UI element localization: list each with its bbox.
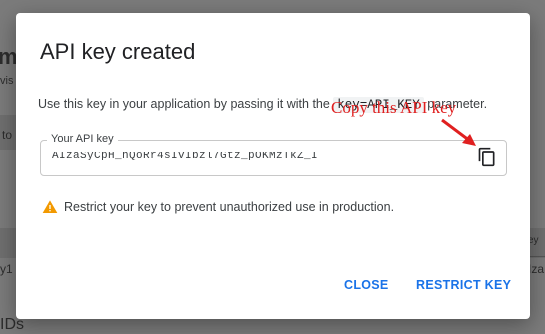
background-divider: [530, 256, 545, 257]
dialog-title: API key created: [40, 39, 196, 64]
background-cell-fragment: y1: [0, 262, 13, 276]
description-text-before: Use this key in your application by pass…: [38, 97, 334, 111]
annotation-label: Copy this API key: [331, 98, 457, 117]
api-key-field-label: Your API key: [47, 133, 118, 145]
background-cell-fragment-right: Iza: [528, 262, 545, 276]
background-title-fragment: m: [0, 44, 18, 69]
content-copy-icon: [478, 147, 495, 167]
background-row-fragment: to: [2, 128, 13, 142]
warning-triangle-icon: [42, 200, 58, 213]
annotation-arrow-icon: [441, 118, 476, 146]
background-subtitle-fragment: vis: [0, 75, 14, 87]
api-key-value[interactable]: AIzaSyCpH_hQoRr4sIvIbzl7Gtz_pOKMzTkZ_I: [52, 152, 362, 160]
warning-text: Restrict your key to prevent unauthorize…: [64, 200, 395, 214]
restrict-key-button[interactable]: RESTRICT KEY: [408, 272, 519, 298]
close-button[interactable]: CLOSE: [336, 272, 397, 298]
api-key-text: AIzaSyCpH_hQoRr4sIvIbzl7Gtz_pOKMzTkZ_I: [52, 152, 319, 160]
warning-message: Restrict your key to prevent unauthorize…: [42, 199, 394, 215]
api-key-created-dialog: API key created Use this key in your app…: [16, 13, 530, 319]
copy-button[interactable]: [477, 147, 497, 167]
